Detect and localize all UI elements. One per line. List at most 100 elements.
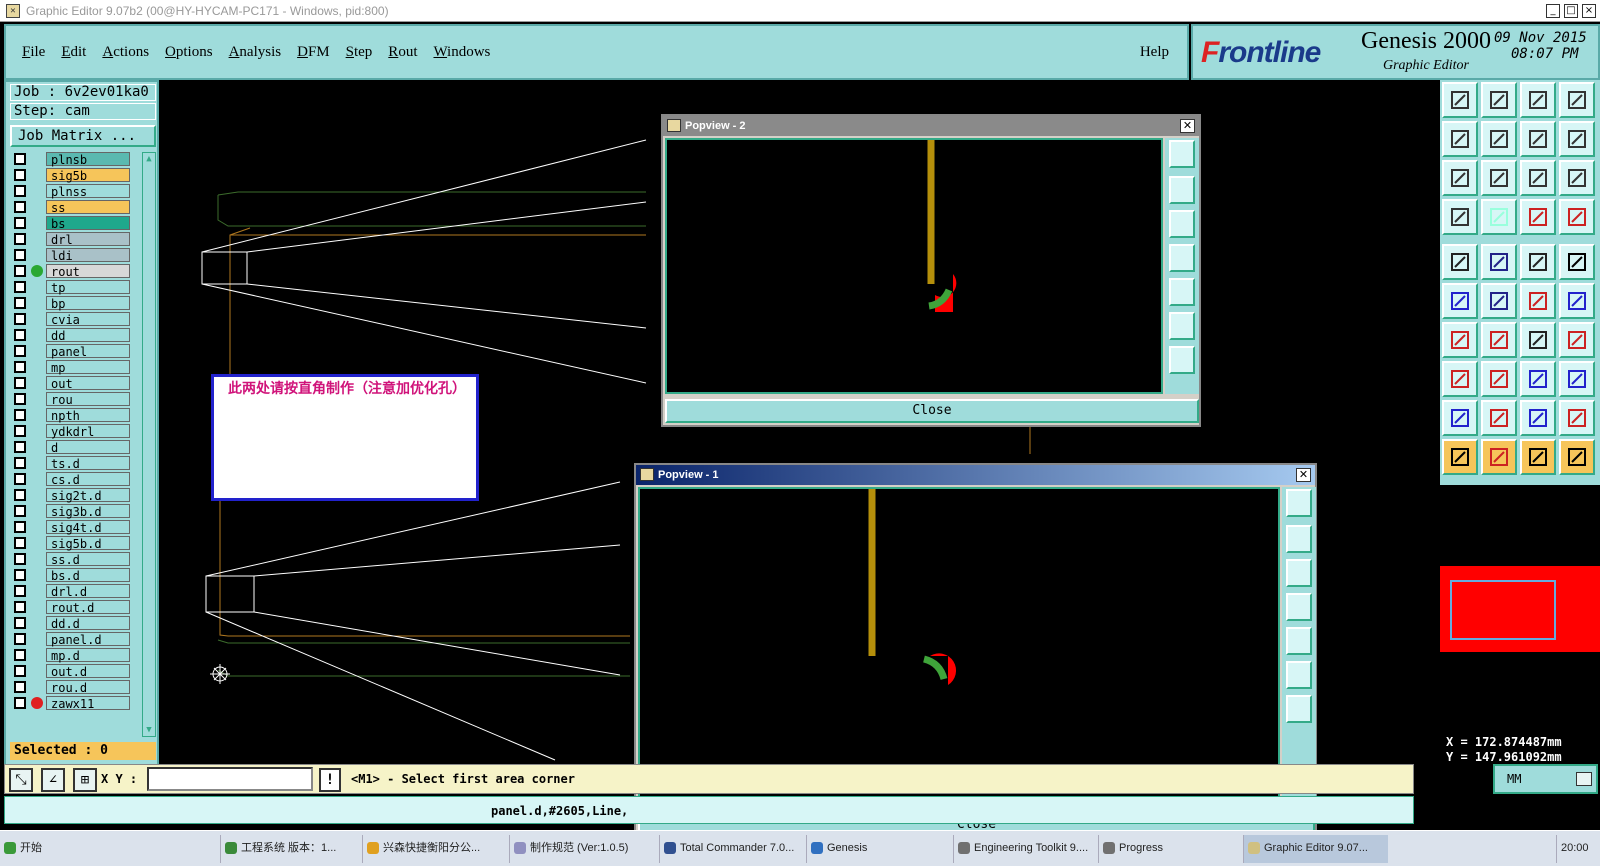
zoom-home-icon[interactable] bbox=[1169, 312, 1195, 340]
layer-name[interactable]: ydkdrl bbox=[46, 424, 130, 439]
layer-name[interactable]: drl bbox=[46, 232, 130, 247]
layer-row[interactable]: bs.d bbox=[10, 568, 140, 583]
layer-checkbox[interactable] bbox=[14, 249, 26, 261]
job-matrix-button[interactable]: Job Matrix ... bbox=[10, 125, 156, 147]
tool-dot-icon[interactable] bbox=[1559, 244, 1595, 280]
layer-row[interactable]: plnss bbox=[10, 184, 140, 199]
tool-minus-icon[interactable] bbox=[1481, 361, 1517, 397]
tool-mirror-icon[interactable] bbox=[1559, 322, 1595, 358]
layer-checkbox[interactable] bbox=[14, 265, 26, 277]
layer-row[interactable]: rou.d bbox=[10, 680, 140, 695]
layer-checkbox[interactable] bbox=[14, 185, 26, 197]
layer-row[interactable]: rout bbox=[10, 264, 140, 279]
layer-name[interactable]: bp bbox=[46, 296, 130, 311]
layer-name[interactable]: bs bbox=[46, 216, 130, 231]
layer-checkbox[interactable] bbox=[14, 505, 26, 517]
layer-checkbox[interactable] bbox=[14, 665, 26, 677]
layer-name[interactable]: cvia bbox=[46, 312, 130, 327]
layer-name[interactable]: sig3b.d bbox=[46, 504, 130, 519]
measure-icon[interactable]: ⤡ bbox=[9, 768, 33, 792]
layer-checkbox[interactable] bbox=[14, 697, 26, 709]
layer-row[interactable]: ydkdrl bbox=[10, 424, 140, 439]
menu-edit[interactable]: Edit bbox=[61, 44, 86, 61]
pan-up-icon[interactable] bbox=[1169, 176, 1195, 204]
layer-row[interactable]: zawx11 bbox=[10, 696, 140, 711]
popview-1-canvas[interactable] bbox=[638, 487, 1280, 809]
zoom-window-icon[interactable] bbox=[1286, 489, 1312, 517]
layer-row[interactable]: dd bbox=[10, 328, 140, 343]
start-button[interactable]: 开始 bbox=[0, 835, 100, 863]
layer-row[interactable]: cs.d bbox=[10, 472, 140, 487]
layer-row[interactable]: sig3b.d bbox=[10, 504, 140, 519]
layer-name[interactable]: dd bbox=[46, 328, 130, 343]
tool-letter-a-icon[interactable] bbox=[1520, 400, 1556, 436]
layer-row[interactable]: mp.d bbox=[10, 648, 140, 663]
layer-name[interactable]: mp bbox=[46, 360, 130, 375]
layer-checkbox[interactable] bbox=[14, 281, 26, 293]
menu-step[interactable]: Step bbox=[346, 44, 373, 61]
layer-scrollbar[interactable]: ▲ ▼ bbox=[142, 152, 156, 737]
layer-name[interactable]: dd.d bbox=[46, 616, 130, 631]
taskbar-item[interactable]: 兴森快捷衡阳分公... bbox=[362, 835, 507, 863]
layer-row[interactable]: tp bbox=[10, 280, 140, 295]
layer-name[interactable]: ss bbox=[46, 200, 130, 215]
tool-stretch-icon[interactable] bbox=[1520, 361, 1556, 397]
xy-input[interactable] bbox=[147, 767, 313, 791]
layer-row[interactable]: ss bbox=[10, 200, 140, 215]
layer-row[interactable]: drl.d bbox=[10, 584, 140, 599]
tool-open-icon[interactable] bbox=[1442, 82, 1478, 118]
pan-up-icon[interactable] bbox=[1286, 525, 1312, 553]
tool-pointer-box-icon[interactable] bbox=[1520, 439, 1556, 475]
layer-row[interactable]: sig2t.d bbox=[10, 488, 140, 503]
tool-select-icon[interactable] bbox=[1442, 361, 1478, 397]
minimize-button[interactable]: _ bbox=[1546, 3, 1560, 18]
menu-actions[interactable]: Actions bbox=[102, 44, 149, 61]
tool-zoom-area-icon[interactable] bbox=[1520, 121, 1556, 157]
layer-name[interactable]: out.d bbox=[46, 664, 130, 679]
tool-help-icon[interactable] bbox=[1559, 160, 1595, 196]
menu-windows[interactable]: Windows bbox=[433, 44, 490, 61]
layer-checkbox[interactable] bbox=[14, 345, 26, 357]
taskbar-item[interactable]: 工程系统 版本：1... bbox=[220, 835, 360, 863]
layer-checkbox[interactable] bbox=[14, 377, 26, 389]
layer-name[interactable]: tp bbox=[46, 280, 130, 295]
layer-row[interactable]: drl bbox=[10, 232, 140, 247]
zoom-window-icon[interactable] bbox=[1169, 140, 1195, 168]
layer-checkbox[interactable] bbox=[14, 441, 26, 453]
taskbar-item[interactable]: Total Commander 7.0... bbox=[659, 835, 804, 863]
tool-layers-icon[interactable] bbox=[1559, 82, 1595, 118]
layer-name[interactable]: ldi bbox=[46, 248, 130, 263]
layer-checkbox[interactable] bbox=[14, 425, 26, 437]
layer-row[interactable]: rou bbox=[10, 392, 140, 407]
layer-name[interactable]: sig5b bbox=[46, 168, 130, 183]
layer-name[interactable]: panel.d bbox=[46, 632, 130, 647]
layer-checkbox[interactable] bbox=[14, 521, 26, 533]
layer-checkbox[interactable] bbox=[14, 649, 26, 661]
tool-pad-icon[interactable] bbox=[1442, 244, 1478, 280]
layer-row[interactable]: bp bbox=[10, 296, 140, 311]
layer-checkbox[interactable] bbox=[14, 617, 26, 629]
chevron-down-icon[interactable] bbox=[1576, 772, 1592, 786]
tool-snap-red-icon[interactable] bbox=[1520, 199, 1556, 235]
layer-row[interactable]: out.d bbox=[10, 664, 140, 679]
layer-row[interactable]: bs bbox=[10, 216, 140, 231]
layer-row[interactable]: ts.d bbox=[10, 456, 140, 471]
layer-name[interactable]: zawx11 bbox=[46, 696, 130, 711]
tool-move-icon[interactable] bbox=[1520, 283, 1556, 319]
popview-2-close-icon[interactable]: ✕ bbox=[1180, 119, 1195, 133]
layer-name[interactable]: plnss bbox=[46, 184, 130, 199]
layer-checkbox[interactable] bbox=[14, 457, 26, 469]
layer-checkbox[interactable] bbox=[14, 217, 26, 229]
tool-rotate-icon[interactable] bbox=[1520, 322, 1556, 358]
tool-line-red-icon[interactable] bbox=[1481, 322, 1517, 358]
layer-checkbox[interactable] bbox=[14, 585, 26, 597]
tool-network-icon[interactable] bbox=[1442, 283, 1478, 319]
layer-name[interactable]: mp.d bbox=[46, 648, 130, 663]
layer-name[interactable]: rou.d bbox=[46, 680, 130, 695]
layer-row[interactable]: ldi bbox=[10, 248, 140, 263]
zoom-fit-icon[interactable] bbox=[1286, 695, 1312, 723]
scroll-up-icon[interactable]: ▲ bbox=[143, 153, 155, 165]
layer-checkbox[interactable] bbox=[14, 313, 26, 325]
tool-zoom-in-icon[interactable] bbox=[1442, 121, 1478, 157]
taskbar-item[interactable]: Engineering Toolkit 9.... bbox=[953, 835, 1096, 863]
